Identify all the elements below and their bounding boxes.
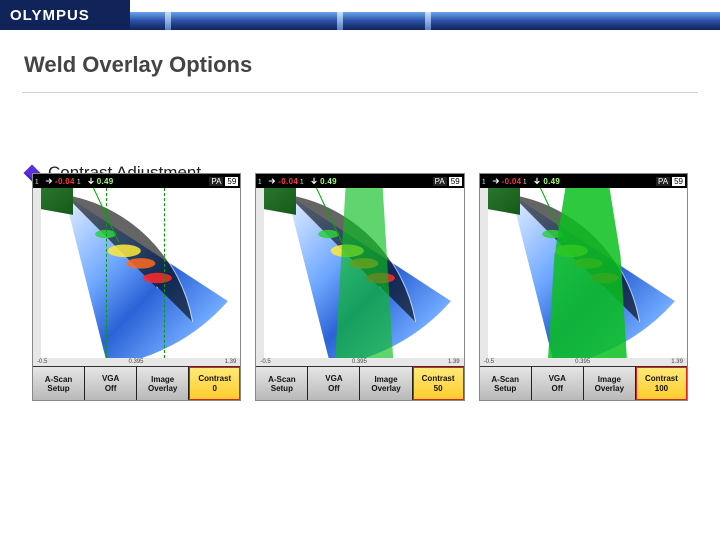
ascan-setup-button[interactable]: A-ScanSetup <box>480 366 532 400</box>
brand-ribbon <box>130 0 720 30</box>
image-overlay-button[interactable]: ImageOverlay <box>360 366 412 400</box>
slide-title: Weld Overlay Options <box>24 52 698 78</box>
vga-button[interactable]: VGAOff <box>532 366 584 400</box>
readout-bar: 1 -0.04 1 0.49 PA 59 <box>480 174 687 188</box>
image-overlay-button[interactable]: ImageOverlay <box>137 366 189 400</box>
arrow-down-icon <box>310 177 318 185</box>
axis-vertical <box>256 188 264 358</box>
arrow-right-icon <box>45 177 53 185</box>
readout-bar: 1 -0.04 1 0.49 PA 59 <box>256 174 463 188</box>
axis-horizontal: -0.5 0.395 1.39 <box>33 358 240 366</box>
axis-tick: -0.5 <box>260 359 270 365</box>
cursor-1-icon: 1 <box>300 177 308 185</box>
readout-value-a: -0.04 <box>502 177 522 186</box>
svg-text:1: 1 <box>77 178 81 185</box>
axis-tick: -0.5 <box>37 359 47 365</box>
svg-text:1: 1 <box>35 178 39 185</box>
instrument-panel: 1 -0.04 1 0.49 PA 59 <box>255 173 464 401</box>
vga-button[interactable]: VGAOff <box>308 366 360 400</box>
readout-value-b: 0.49 <box>97 177 114 186</box>
arrow-right-icon <box>268 177 276 185</box>
cursor-1-icon: 1 <box>35 177 43 185</box>
control-row: A-ScanSetup VGAOff ImageOverlay Contrast… <box>33 366 240 400</box>
sector-scan-image: -0.5 0.395 1.39 <box>256 188 463 366</box>
angle-badge: 59 <box>225 177 238 186</box>
brand-logo: OLYMPUS <box>0 0 130 30</box>
mode-badge: PA <box>433 177 447 186</box>
svg-text:1: 1 <box>300 178 304 185</box>
svg-text:1: 1 <box>523 178 527 185</box>
arrow-down-icon <box>533 177 541 185</box>
cursor-1-icon: 1 <box>258 177 266 185</box>
gate-line <box>106 188 107 358</box>
axis-tick: 0.395 <box>128 359 143 365</box>
panel-row: 1 -0.04 1 0.49 PA 59 <box>32 173 688 401</box>
ascan-setup-button[interactable]: A-ScanSetup <box>256 366 308 400</box>
mode-badge: PA <box>209 177 223 186</box>
readout-value-b: 0.49 <box>543 177 560 186</box>
axis-tick: 0.395 <box>575 359 590 365</box>
contrast-button[interactable]: Contrast50 <box>413 366 464 400</box>
image-overlay-button[interactable]: ImageOverlay <box>584 366 636 400</box>
axis-tick: 1.39 <box>225 359 237 365</box>
axis-vertical <box>33 188 41 358</box>
gate-line <box>164 188 165 358</box>
axis-horizontal: -0.5 0.395 1.39 <box>256 358 463 366</box>
readout-value-a: -0.04 <box>55 177 75 186</box>
axis-tick: 1.39 <box>448 359 460 365</box>
angle-badge: 59 <box>672 177 685 186</box>
readout-value-a: -0.04 <box>278 177 298 186</box>
mode-badge: PA <box>656 177 670 186</box>
readout-bar: 1 -0.04 1 0.49 PA 59 <box>33 174 240 188</box>
vga-button[interactable]: VGAOff <box>85 366 137 400</box>
angle-badge: 59 <box>449 177 462 186</box>
arrow-down-icon <box>87 177 95 185</box>
title-rule <box>22 92 698 93</box>
cursor-1-icon: 1 <box>77 177 85 185</box>
axis-tick: -0.5 <box>484 359 494 365</box>
svg-text:1: 1 <box>258 178 262 185</box>
axis-tick: 1.39 <box>671 359 683 365</box>
readout-value-b: 0.49 <box>320 177 337 186</box>
sector-scan-image: -0.5 0.395 1.39 <box>33 188 240 366</box>
control-row: A-ScanSetup VGAOff ImageOverlay Contrast… <box>256 366 463 400</box>
sector-scan-image: -0.5 0.395 1.39 <box>480 188 687 366</box>
instrument-panel: 1 -0.04 1 0.49 PA 59 <box>479 173 688 401</box>
axis-vertical <box>480 188 488 358</box>
axis-horizontal: -0.5 0.395 1.39 <box>480 358 687 366</box>
arrow-right-icon <box>492 177 500 185</box>
cursor-1-icon: 1 <box>482 177 490 185</box>
contrast-button[interactable]: Contrast100 <box>636 366 687 400</box>
brand-bar: OLYMPUS <box>0 0 720 30</box>
instrument-panel: 1 -0.04 1 0.49 PA 59 <box>32 173 241 401</box>
ascan-setup-button[interactable]: A-ScanSetup <box>33 366 85 400</box>
cursor-1-icon: 1 <box>523 177 531 185</box>
contrast-button[interactable]: Contrast0 <box>189 366 240 400</box>
control-row: A-ScanSetup VGAOff ImageOverlay Contrast… <box>480 366 687 400</box>
svg-text:1: 1 <box>482 178 486 185</box>
slide-body: Weld Overlay Options Contrast Adjustment… <box>0 30 720 540</box>
axis-tick: 0.395 <box>352 359 367 365</box>
